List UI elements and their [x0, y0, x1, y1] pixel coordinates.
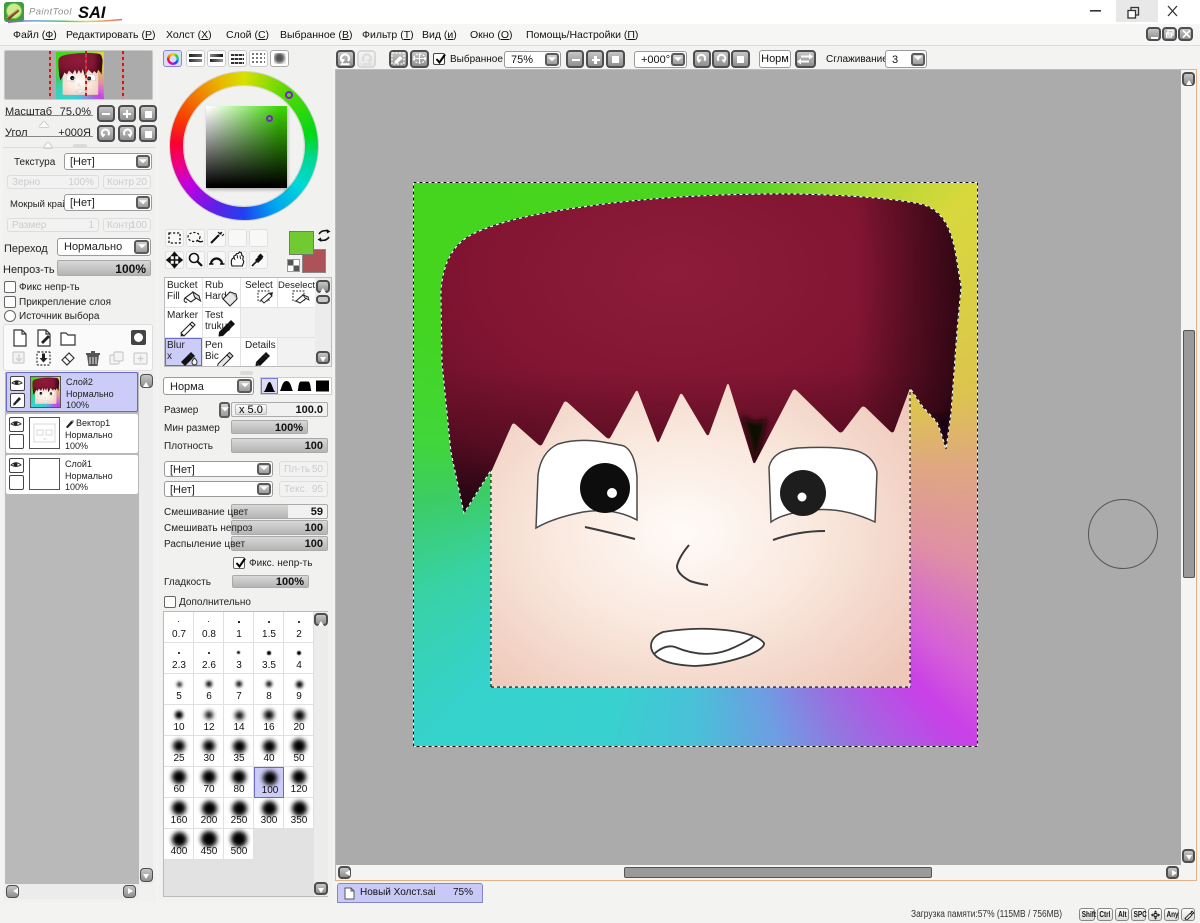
- svg-text:SAI: SAI: [78, 4, 106, 22]
- svg-text:PaintTool: PaintTool: [29, 7, 72, 18]
